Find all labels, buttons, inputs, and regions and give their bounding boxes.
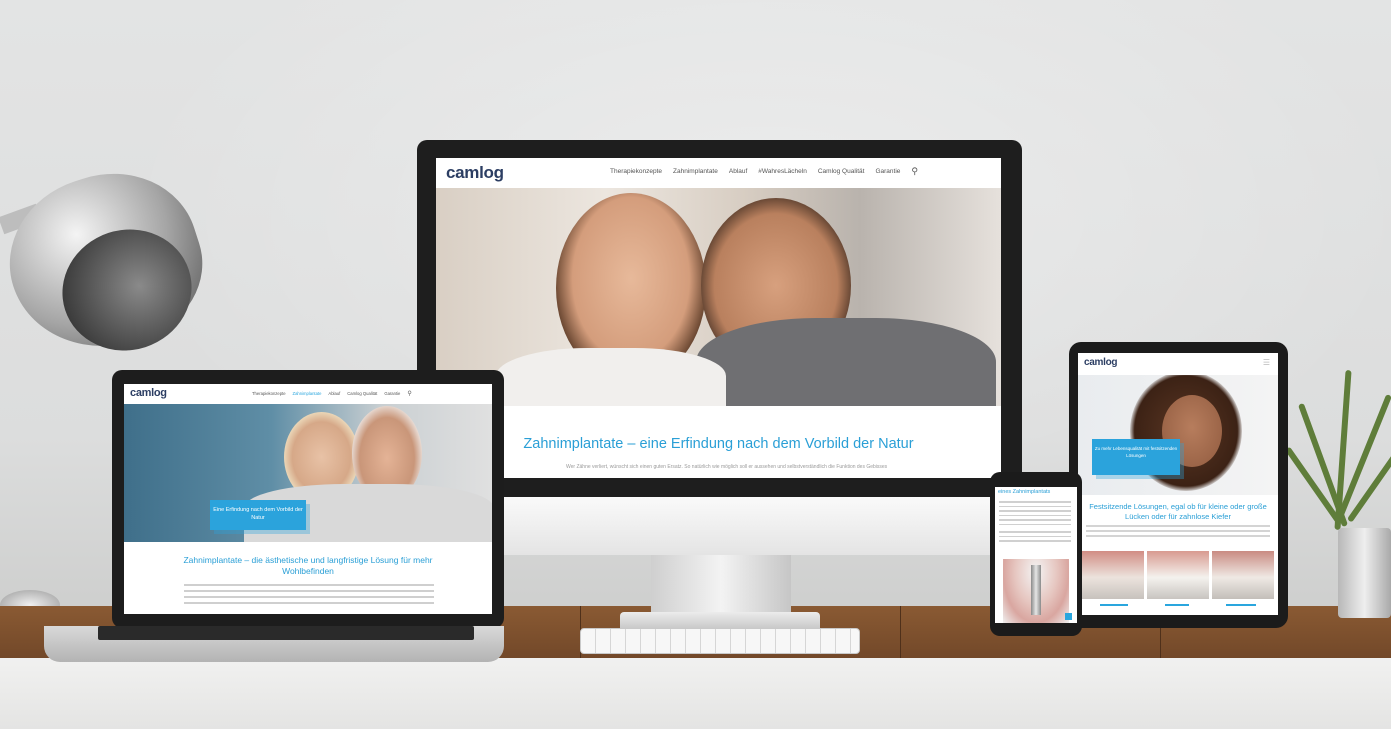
keyboard	[580, 628, 860, 654]
laptop-nav-menu: Therapiekonzepte Zahnimplantate Ablauf C…	[252, 391, 412, 397]
desktop-screen: camlog Therapiekonzepte Zahnimplantate A…	[436, 158, 1001, 478]
tablet-hero-cta[interactable]: Zu mehr Lebensqualität mit festsitzenden…	[1092, 439, 1180, 475]
tablet-logo[interactable]: camlog	[1084, 357, 1118, 368]
nav-wahreslaecheln[interactable]: #WahresLächeln	[758, 168, 807, 177]
table-edge	[0, 658, 1391, 729]
laptop-screen: camlog Therapiekonzepte Zahnimplantate A…	[124, 384, 492, 614]
plant-pot	[1338, 528, 1391, 618]
tablet-teeth-image-1	[1082, 551, 1144, 599]
desktop-body-text: Wer Zähne verliert, wünscht sich einen g…	[566, 464, 888, 470]
desktop-navbar: camlog Therapiekonzepte Zahnimplantate A…	[436, 158, 1001, 188]
tablet-body-lines	[1086, 525, 1270, 537]
monitor-chin	[417, 497, 1022, 555]
laptop-search-icon[interactable]: ⚲	[407, 390, 411, 397]
phone-body-lines	[999, 501, 1071, 542]
desktop-headline: Zahnimplantate – eine Erfindung nach dem…	[523, 436, 914, 452]
tablet-link-row	[1082, 604, 1274, 606]
laptop-logo[interactable]: camlog	[130, 387, 167, 399]
man-sweater	[696, 318, 996, 406]
plant	[1284, 360, 1391, 540]
tablet-teeth-image-3	[1212, 551, 1274, 599]
phone-headline: eines Zahnimplantats	[998, 489, 1051, 495]
nav-garantie[interactable]: Garantie	[875, 168, 900, 177]
monitor-stand	[651, 555, 791, 617]
menu-icon[interactable]: ☰	[1263, 358, 1270, 367]
tablet-navbar: camlog ☰	[1078, 353, 1278, 375]
tablet-hero-cta-label: Zu mehr Lebensqualität mit festsitzenden…	[1094, 446, 1178, 458]
logo[interactable]: camlog	[446, 163, 504, 183]
laptop-nav-camlog-qualitaet[interactable]: Camlog Qualität	[347, 391, 377, 397]
laptop-keyboard	[98, 626, 474, 640]
nav-ablauf[interactable]: Ablauf	[729, 168, 747, 177]
desktop-hero-image	[436, 188, 1001, 406]
tablet-headline: Festsitzende Lösungen, egal ob für klein…	[1089, 502, 1267, 521]
nav-camlog-qualitaet[interactable]: Camlog Qualität	[818, 168, 865, 177]
laptop-nav-ablauf[interactable]: Ablauf	[328, 391, 340, 397]
nav-zahnimplantate[interactable]: Zahnimplantate	[673, 168, 718, 177]
tablet-teeth-image-2	[1147, 551, 1209, 599]
laptop-nav-zahnimplantate[interactable]: Zahnimplantate	[293, 391, 322, 397]
implant-illustration	[1003, 559, 1069, 623]
search-icon[interactable]: ⚲	[911, 166, 918, 177]
nav-therapiekonzepte[interactable]: Therapiekonzepte	[610, 168, 662, 177]
laptop-hero-image: Eine Erfindung nach dem Vorbild der Natu…	[124, 404, 492, 542]
tablet-screen: camlog ☰ Zu mehr Lebensqualität mit fest…	[1078, 353, 1278, 615]
phone-screen: eines Zahnimplantats	[995, 487, 1077, 623]
tablet-hero-image: Zu mehr Lebensqualität mit festsitzenden…	[1078, 375, 1278, 495]
laptop-hero-cta[interactable]: Eine Erfindung nach dem Vorbild der Natu…	[210, 500, 306, 530]
laptop-headline: Zahnimplantate – die ästhetische und lan…	[183, 555, 433, 576]
laptop-navbar: camlog Therapiekonzepte Zahnimplantate A…	[124, 384, 492, 404]
laptop-hero-cta-label: Eine Erfindung nach dem Vorbild der Natu…	[213, 507, 303, 521]
desktop-nav-menu: Therapiekonzepte Zahnimplantate Ablauf #…	[610, 166, 918, 177]
laptop-body-lines	[184, 584, 434, 604]
laptop-nav-therapiekonzepte[interactable]: Therapiekonzepte	[252, 391, 286, 397]
woman-top	[496, 348, 726, 406]
laptop-nav-garantie[interactable]: Garantie	[384, 391, 400, 397]
phone-scroll-button[interactable]	[1065, 613, 1072, 620]
